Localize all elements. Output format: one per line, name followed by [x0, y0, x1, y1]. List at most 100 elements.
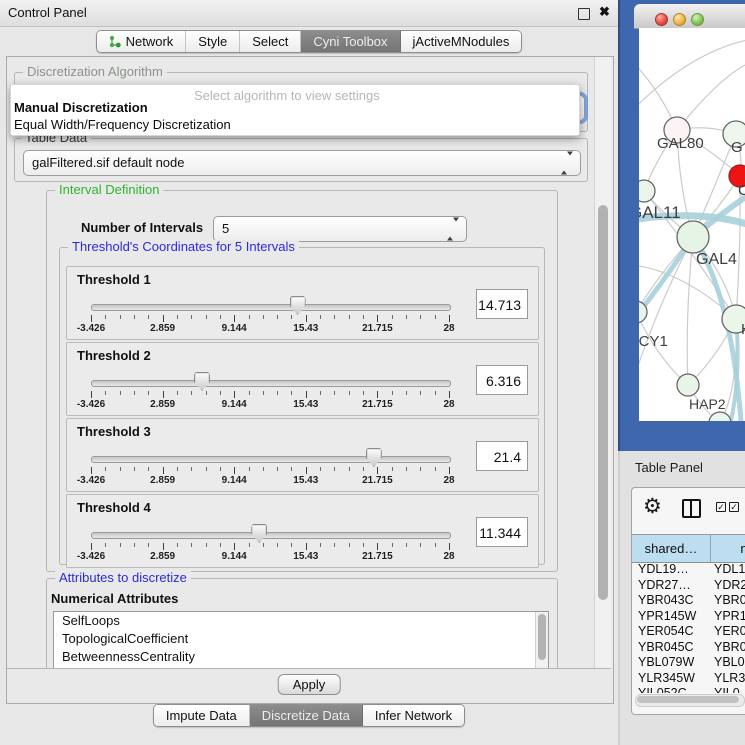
cell-name: YBL0	[714, 655, 745, 669]
table-row[interactable]: YBR043CYBR0	[632, 593, 745, 609]
cell-name: YDR2	[714, 578, 745, 592]
close-traffic-light-icon[interactable]	[655, 13, 668, 26]
list-scrollbar-thumb[interactable]	[538, 614, 546, 660]
network-node[interactable]	[677, 221, 709, 253]
table-rows: YDL19…YDL1YDR27…YDR2YBR043CYBR0YPR145WYP…	[632, 562, 745, 693]
slider-scale-labels: -3.4262.8599.14415.4321.71528	[91, 551, 449, 563]
tab-discretize-data[interactable]: Discretize Data	[250, 705, 363, 726]
threshold-label: Threshold 1	[77, 272, 151, 287]
network-edge	[639, 40, 745, 118]
algorithm-group-title: Discretization Algorithm	[23, 65, 167, 79]
table-panel-title: Table Panel	[635, 460, 703, 475]
threshold-label: Threshold 2	[77, 348, 151, 363]
tab-style[interactable]: Style	[186, 31, 240, 52]
right-panel: GAL80GCGAL11GAL4GCY1HHAP2 Table Panel ⚙ …	[618, 0, 745, 745]
threshold-value-field[interactable]: 14.713	[476, 289, 528, 319]
panel-scrollbar[interactable]	[594, 57, 611, 668]
scroll-area: Discretization Algorithm Select algorith…	[7, 57, 611, 668]
checkbox-icon[interactable]: ✓	[729, 502, 739, 512]
network-canvas[interactable]: GAL80GCGAL11GAL4GCY1HHAP2	[639, 28, 745, 421]
table-row[interactable]: YIL052CYIL0	[632, 686, 745, 693]
network-node[interactable]	[709, 412, 731, 421]
slider-track[interactable]	[91, 456, 451, 463]
algorithm-option-equal-width-frequency-discretization[interactable]: Equal Width/Frequency Discretization	[14, 117, 231, 132]
top-tab-bar: NetworkStyleSelect Cyni Toolbox jActiveMNo…	[0, 30, 618, 53]
cell-shared-name: YBL079W	[638, 655, 694, 669]
attribute-item-betweennesscentrality[interactable]: BetweennessCentrality	[54, 648, 548, 666]
table-panel-section: Table Panel ⚙ ✓ ✓ shared…n… YDL19…YDL1YD…	[618, 451, 745, 745]
cell-shared-name: YBR043C	[638, 593, 694, 607]
attributes-list[interactable]: SelfLoopsTopologicalCoefficientBetweenne…	[53, 611, 549, 668]
table-row[interactable]: YBR045CYBR0	[632, 640, 745, 656]
interval-definition-title: Interval Definition	[55, 183, 163, 197]
network-window-titlebar[interactable]	[634, 4, 745, 29]
network-node-label: GCY1	[639, 333, 668, 350]
network-node-label: GAL4	[696, 251, 737, 268]
threshold-value-field[interactable]: 11.344	[476, 517, 528, 547]
close-icon[interactable]: ✖	[599, 4, 610, 20]
columns-icon[interactable]	[682, 499, 701, 518]
column-header-1[interactable]: n…	[711, 535, 745, 562]
threshold-value-field[interactable]: 6.316	[476, 365, 528, 395]
tab-network[interactable]: Network	[97, 31, 187, 52]
threshold-value-field[interactable]: 21.4	[476, 441, 528, 471]
tab-infer-network[interactable]: Infer Network	[363, 705, 464, 726]
threshold-label: Threshold 4	[77, 500, 151, 515]
slider-thumb[interactable]	[290, 296, 306, 315]
list-scrollbar[interactable]	[535, 612, 548, 668]
slider-track[interactable]	[91, 304, 451, 311]
table-data-value: galFiltered.sif default node	[32, 155, 184, 170]
table-row[interactable]: YDL19…YDL1	[632, 562, 745, 578]
column-header-0[interactable]: shared…	[632, 535, 711, 562]
network-node-label: H	[741, 321, 745, 338]
tab-label: jActiveMNodules	[413, 34, 510, 49]
table-row[interactable]: YDR27…YDR2	[632, 578, 745, 594]
cell-shared-name: YDL19…	[638, 562, 689, 576]
tab-impute-data[interactable]: Impute Data	[154, 705, 250, 726]
network-node[interactable]	[677, 374, 699, 396]
network-edge	[677, 64, 745, 130]
panel-scrollbar-thumb[interactable]	[598, 205, 608, 600]
slider-track[interactable]	[91, 532, 451, 539]
tab-select[interactable]: Select	[240, 31, 301, 52]
network-node-label: GAL11	[639, 203, 681, 222]
slider-thumb[interactable]	[366, 448, 382, 467]
table-data-combo[interactable]: galFiltered.sif default node	[23, 150, 581, 176]
slider-ticks	[91, 315, 449, 323]
num-intervals-value: 5	[222, 221, 229, 236]
interval-definition-group: Interval Definition Number of Intervals …	[46, 190, 558, 572]
zoom-traffic-light-icon[interactable]	[691, 13, 704, 26]
checkbox-icon[interactable]: ✓	[716, 502, 726, 512]
cell-shared-name: YLR345W	[638, 671, 695, 685]
attribute-item-topologicalcoefficient[interactable]: TopologicalCoefficient	[54, 630, 548, 648]
threshold-2-box: Threshold 2 -3.4262.8599.14415.4321.71528…	[66, 342, 539, 416]
table-row[interactable]: YLR345WYLR3	[632, 671, 745, 687]
minimize-traffic-light-icon[interactable]	[673, 13, 686, 26]
table-row[interactable]: YER054CYER0	[632, 624, 745, 640]
threshold-3-box: Threshold 3-3.4262.8599.14415.4321.71528…	[66, 418, 539, 492]
network-node-label: G	[731, 139, 743, 156]
table-hscrollbar-thumb[interactable]	[637, 696, 739, 703]
slider-thumb[interactable]	[194, 372, 210, 391]
algorithm-option-manual-discretization[interactable]: Manual Discretization	[14, 100, 148, 115]
tab-label: Cyni Toolbox	[313, 34, 387, 49]
cell-shared-name: YIL052C	[638, 686, 687, 693]
table-hscrollbar[interactable]	[635, 694, 745, 707]
table-row[interactable]: YBL079W YBL0	[632, 655, 745, 671]
network-node[interactable]	[639, 180, 655, 202]
slider-scale-labels: -3.4262.8599.14415.4321.71528	[91, 399, 449, 411]
tab-jactivemnodules[interactable]: jActiveMNodules	[401, 31, 522, 52]
network-node-label: HAP2	[689, 396, 726, 412]
gear-icon[interactable]: ⚙	[643, 492, 662, 522]
slider-thumb[interactable]	[251, 524, 267, 543]
num-intervals-label: Number of Intervals	[81, 220, 203, 235]
threshold-4-box: Threshold 4 -3.4262.8599.14415.4321.71528…	[66, 494, 539, 568]
float-window-icon[interactable]	[578, 8, 590, 20]
apply-button[interactable]: Apply	[278, 674, 341, 695]
attribute-item-selfloops[interactable]: SelfLoops	[54, 612, 548, 630]
control-panel-titlebar[interactable]: Control Panel ✖	[0, 0, 618, 27]
tab-cyni-toolbox[interactable]: Cyni Toolbox	[301, 31, 400, 52]
slider-track[interactable]	[91, 380, 451, 387]
network-node-label: C	[738, 182, 745, 199]
table-row[interactable]: YPR145WYPR1	[632, 609, 745, 625]
